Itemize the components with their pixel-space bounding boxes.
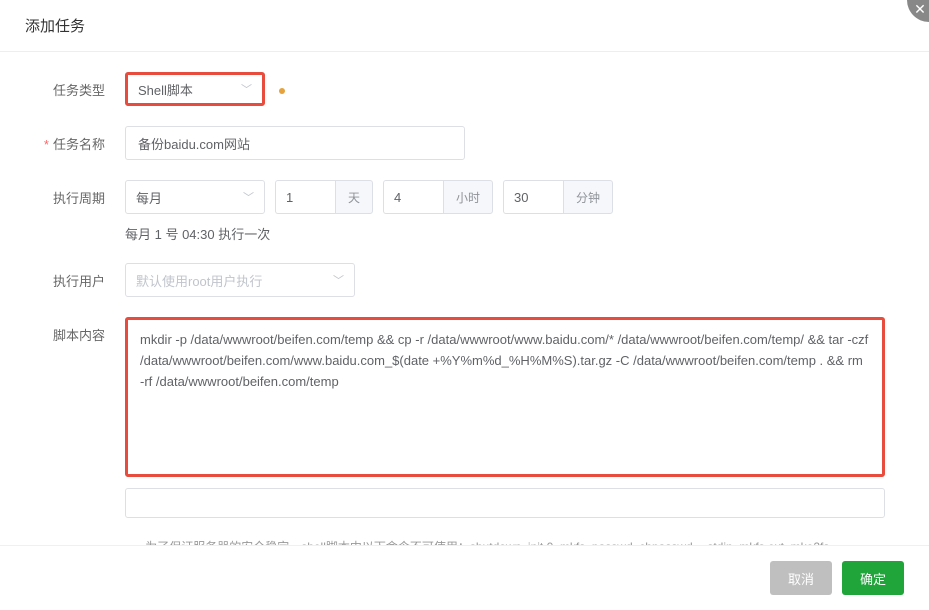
warning-dot-icon: [279, 88, 285, 94]
tips-text: 为了保证服务器的安全稳定，shell脚本中以下命令不可使用：shutdown, …: [145, 538, 829, 545]
row-task-name: *任务名称: [25, 126, 904, 160]
row-task-type: 任务类型 Shell脚本 ﹀: [25, 72, 904, 106]
period-freq-select[interactable]: 每月 ﹀: [125, 180, 265, 214]
chevron-down-icon: ﹀: [241, 81, 252, 97]
chevron-down-icon: ﹀: [243, 189, 254, 205]
modal-body: 任务类型 Shell脚本 ﹀ *任务名称 执行周期 每月: [0, 52, 929, 545]
add-task-modal: ✕ 添加任务 任务类型 Shell脚本 ﹀ *任务名称 执行周期: [0, 0, 929, 610]
label-task-type: 任务类型: [25, 72, 125, 99]
modal-footer: 取消 确定: [0, 545, 929, 610]
row-tips: 温馨提示 • 为了保证服务器的安全稳定，shell脚本中以下命令不可使用：shu…: [25, 538, 904, 545]
row-period: 执行周期 每月 ﹀ 天 小时: [25, 180, 904, 243]
cancel-button[interactable]: 取消: [770, 561, 832, 595]
user-select[interactable]: 默认使用root用户执行 ﹀: [125, 263, 355, 297]
label-period: 执行周期: [25, 180, 125, 207]
period-hour-input[interactable]: [383, 180, 443, 214]
period-freq-value: 每月: [136, 188, 162, 207]
task-type-select[interactable]: Shell脚本 ﹀: [125, 72, 265, 106]
period-hint: 每月 1 号 04:30 执行一次: [125, 224, 904, 243]
label-user: 执行用户: [25, 263, 125, 290]
script-extra-box: [125, 488, 885, 518]
label-script: 脚本内容: [25, 317, 125, 344]
row-script: 脚本内容: [25, 317, 904, 518]
script-textarea[interactable]: [125, 317, 885, 477]
user-placeholder: 默认使用root用户执行: [136, 271, 262, 290]
tips-content: • 为了保证服务器的安全稳定，shell脚本中以下命令不可使用：shutdown…: [125, 538, 904, 545]
task-type-value: Shell脚本: [138, 80, 193, 99]
row-user: 执行用户 默认使用root用户执行 ﹀: [25, 263, 904, 297]
label-tips: 温馨提示: [25, 538, 125, 545]
modal-title: 添加任务: [25, 15, 904, 36]
confirm-button[interactable]: 确定: [842, 561, 904, 595]
period-minute-unit: 分钟: [563, 180, 613, 214]
period-minute-input[interactable]: [503, 180, 563, 214]
chevron-down-icon: ﹀: [333, 272, 344, 288]
modal-header: 添加任务: [0, 0, 929, 52]
label-task-name: *任务名称: [25, 126, 125, 153]
period-day-input[interactable]: [275, 180, 335, 214]
bullet-icon: •: [133, 538, 137, 545]
task-name-input[interactable]: [125, 126, 465, 160]
period-hour-unit: 小时: [443, 180, 493, 214]
period-day-unit: 天: [335, 180, 373, 214]
